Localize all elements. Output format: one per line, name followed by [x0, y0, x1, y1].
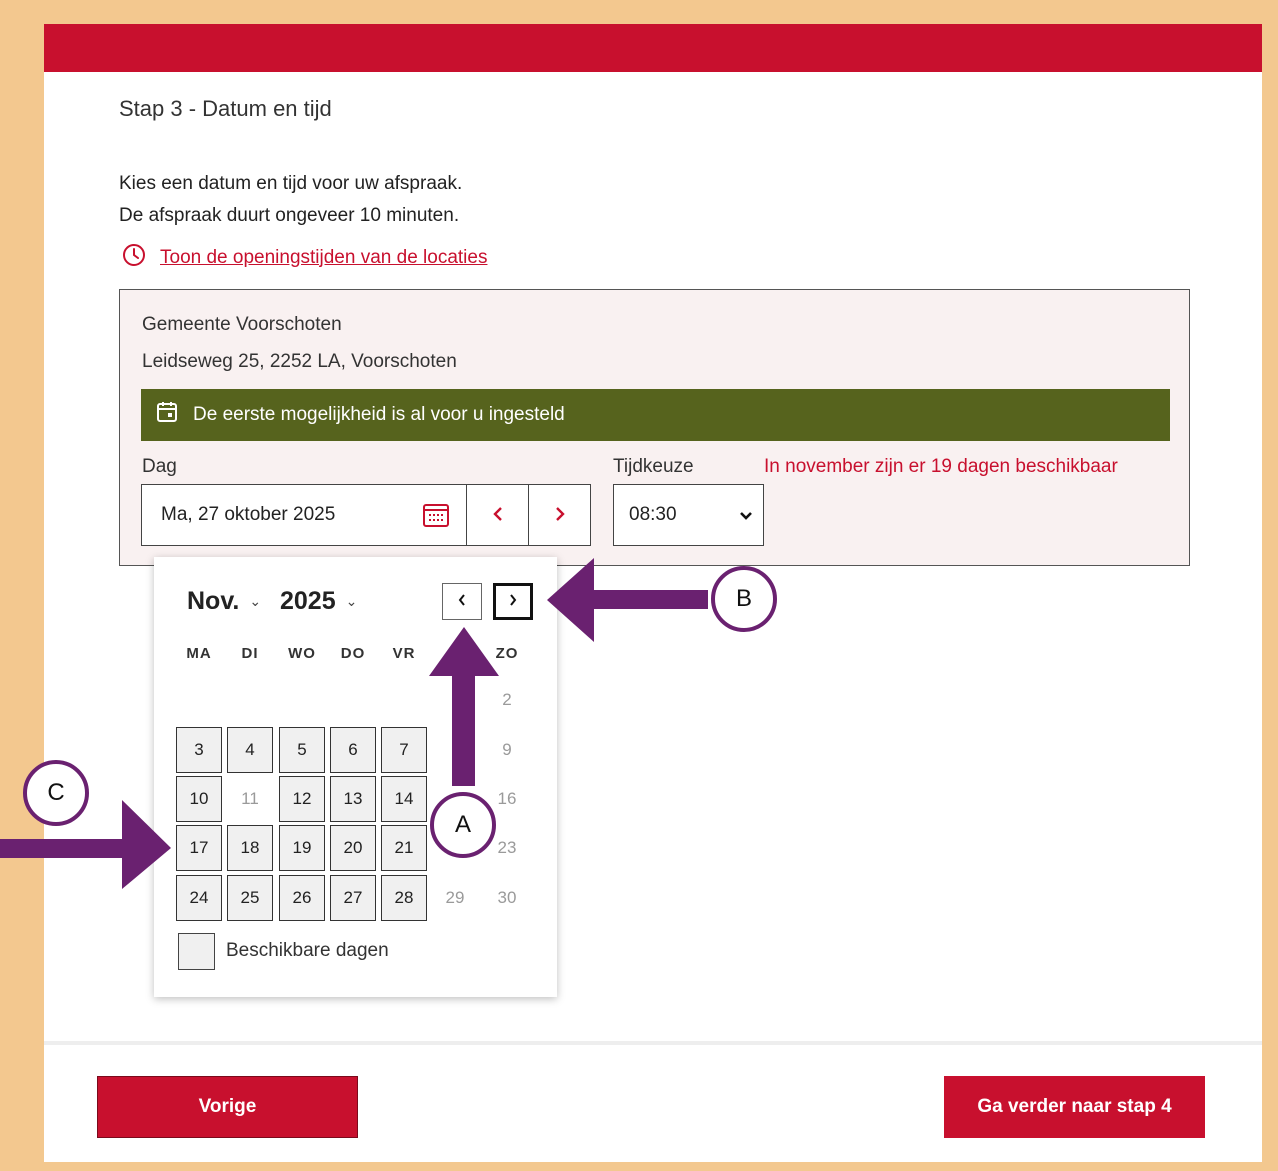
- arrow-b: [547, 558, 708, 642]
- annotation-badge-b: B: [711, 566, 777, 632]
- annotation-badge-c: C: [23, 760, 89, 826]
- arrow-a: [429, 627, 499, 786]
- annotation-arrows: [0, 558, 708, 889]
- arrow-c: [0, 800, 171, 889]
- annotation-badge-a: A: [430, 792, 496, 858]
